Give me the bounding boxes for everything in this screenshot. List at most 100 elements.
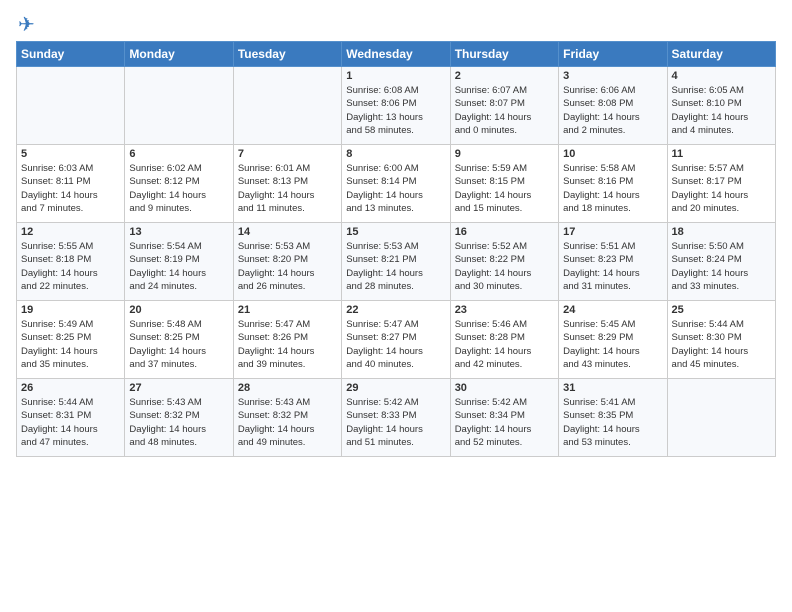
day-header-sunday: Sunday <box>17 42 125 67</box>
cell-line: Daylight: 14 hours <box>21 345 120 358</box>
cell-line: Sunset: 8:33 PM <box>346 409 445 422</box>
cell-line: and 49 minutes. <box>238 436 337 449</box>
cell-line: Daylight: 14 hours <box>346 423 445 436</box>
cell-content: Sunrise: 5:42 AMSunset: 8:33 PMDaylight:… <box>346 396 445 449</box>
cell-line: Daylight: 14 hours <box>21 267 120 280</box>
cell-line: Sunrise: 5:57 AM <box>672 162 771 175</box>
cell-line: and 37 minutes. <box>129 358 228 371</box>
cell-line: and 20 minutes. <box>672 202 771 215</box>
calendar-cell: 19Sunrise: 5:49 AMSunset: 8:25 PMDayligh… <box>17 301 125 379</box>
calendar-cell: 22 Sunrise: 5:47 AMSunset: 8:27 PMDayligh… <box>342 301 450 379</box>
cell-line: Sunset: 8:26 PM <box>238 331 337 344</box>
day-number: 15 <box>346 226 445 238</box>
cell-line: Daylight: 14 hours <box>563 189 662 202</box>
cell-line: Daylight: 14 hours <box>563 267 662 280</box>
cell-line: Daylight: 14 hours <box>346 345 445 358</box>
calendar-cell: 2Sunrise: 6:07 AMSunset: 8:07 PMDaylight… <box>450 67 558 145</box>
calendar-cell: 11 Sunrise: 5:57 AMSunset: 8:17 PMDayligh… <box>667 145 775 223</box>
cell-line: Sunrise: 5:54 AM <box>129 240 228 253</box>
calendar-cell: 1Sunrise: 6:08 AMSunset: 8:06 PMDaylight… <box>342 67 450 145</box>
cell-content: Sunrise: 6:02 AMSunset: 8:12 PMDaylight:… <box>129 162 228 215</box>
day-number: 3 <box>563 70 662 82</box>
calendar-cell: 5 Sunrise: 6:03 AMSunset: 8:11 PMDaylight… <box>17 145 125 223</box>
day-header-monday: Monday <box>125 42 233 67</box>
cell-line: and 43 minutes. <box>563 358 662 371</box>
cell-line: Sunrise: 5:51 AM <box>563 240 662 253</box>
calendar-cell: 13Sunrise: 5:54 AMSunset: 8:19 PMDayligh… <box>125 223 233 301</box>
cell-line: Sunset: 8:35 PM <box>563 409 662 422</box>
header-row: SundayMondayTuesdayWednesdayThursdayFrid… <box>17 42 776 67</box>
cell-content: Sunrise: 5:55 AMSunset: 8:18 PMDaylight:… <box>21 240 120 293</box>
day-number: 11 <box>672 148 771 160</box>
cell-line: and 51 minutes. <box>346 436 445 449</box>
day-header-tuesday: Tuesday <box>233 42 341 67</box>
cell-line: Daylight: 14 hours <box>129 189 228 202</box>
cell-line: Daylight: 14 hours <box>563 111 662 124</box>
cell-line: Daylight: 14 hours <box>346 267 445 280</box>
cell-line: Sunrise: 5:45 AM <box>563 318 662 331</box>
calendar-cell: 29 Sunrise: 5:42 AMSunset: 8:33 PMDayligh… <box>342 379 450 457</box>
calendar-cell: 10Sunrise: 5:58 AMSunset: 8:16 PMDayligh… <box>559 145 667 223</box>
day-number: 19 <box>21 304 120 316</box>
cell-line: Sunset: 8:32 PM <box>129 409 228 422</box>
cell-line: and 9 minutes. <box>129 202 228 215</box>
cell-line: and 26 minutes. <box>238 280 337 293</box>
cell-line: Sunset: 8:06 PM <box>346 97 445 110</box>
cell-line: Sunset: 8:18 PM <box>21 253 120 266</box>
cell-content: Sunrise: 5:45 AMSunset: 8:29 PMDaylight:… <box>563 318 662 371</box>
calendar-cell: 12Sunrise: 5:55 AMSunset: 8:18 PMDayligh… <box>17 223 125 301</box>
calendar-cell <box>17 67 125 145</box>
cell-line: and 42 minutes. <box>455 358 554 371</box>
day-number: 23 <box>455 304 554 316</box>
cell-line: Daylight: 14 hours <box>672 189 771 202</box>
cell-line: Sunrise: 6:05 AM <box>672 84 771 97</box>
cell-content: Sunrise: 5:53 AMSunset: 8:20 PMDaylight:… <box>238 240 337 293</box>
cell-content: Sunrise: 5:48 AMSunset: 8:25 PMDaylight:… <box>129 318 228 371</box>
cell-line: Sunset: 8:10 PM <box>672 97 771 110</box>
cell-line: Daylight: 14 hours <box>238 423 337 436</box>
cell-line: Sunrise: 5:49 AM <box>21 318 120 331</box>
cell-line: Sunset: 8:24 PM <box>672 253 771 266</box>
cell-line: and 39 minutes. <box>238 358 337 371</box>
cell-line: Daylight: 14 hours <box>455 189 554 202</box>
cell-line: Sunrise: 5:47 AM <box>346 318 445 331</box>
cell-line: Sunrise: 5:59 AM <box>455 162 554 175</box>
cell-line: Sunset: 8:11 PM <box>21 175 120 188</box>
logo-bird-icon: ✈ <box>18 12 35 37</box>
calendar-cell: 17Sunrise: 5:51 AMSunset: 8:23 PMDayligh… <box>559 223 667 301</box>
cell-line: and 4 minutes. <box>672 124 771 137</box>
day-number: 13 <box>129 226 228 238</box>
cell-line: Sunset: 8:15 PM <box>455 175 554 188</box>
cell-line: Sunrise: 5:47 AM <box>238 318 337 331</box>
cell-line: Sunrise: 5:48 AM <box>129 318 228 331</box>
day-number: 2 <box>455 70 554 82</box>
calendar-cell: 8Sunrise: 6:00 AMSunset: 8:14 PMDaylight… <box>342 145 450 223</box>
calendar-table: SundayMondayTuesdayWednesdayThursdayFrid… <box>16 41 776 457</box>
cell-line: Sunset: 8:17 PM <box>672 175 771 188</box>
cell-line: Sunset: 8:28 PM <box>455 331 554 344</box>
cell-line: Sunrise: 5:41 AM <box>563 396 662 409</box>
cell-content: Sunrise: 5:47 AMSunset: 8:27 PMDaylight:… <box>346 318 445 371</box>
day-number: 20 <box>129 304 228 316</box>
day-number: 22 <box>346 304 445 316</box>
calendar-cell: 15Sunrise: 5:53 AMSunset: 8:21 PMDayligh… <box>342 223 450 301</box>
cell-line: Daylight: 14 hours <box>238 345 337 358</box>
calendar-cell: 7Sunrise: 6:01 AMSunset: 8:13 PMDaylight… <box>233 145 341 223</box>
day-number: 5 <box>21 148 120 160</box>
cell-line: Sunset: 8:29 PM <box>563 331 662 344</box>
cell-content: Sunrise: 6:08 AMSunset: 8:06 PMDaylight:… <box>346 84 445 137</box>
cell-line: Daylight: 14 hours <box>563 423 662 436</box>
cell-line: Sunset: 8:32 PM <box>238 409 337 422</box>
cell-content: Sunrise: 5:52 AMSunset: 8:22 PMDaylight:… <box>455 240 554 293</box>
cell-line: Sunrise: 6:00 AM <box>346 162 445 175</box>
cell-line: Sunrise: 6:01 AM <box>238 162 337 175</box>
calendar-cell: 27Sunrise: 5:43 AMSunset: 8:32 PMDayligh… <box>125 379 233 457</box>
calendar-cell: 25Sunrise: 5:44 AMSunset: 8:30 PMDayligh… <box>667 301 775 379</box>
cell-line: Daylight: 14 hours <box>129 345 228 358</box>
cell-line: Daylight: 14 hours <box>21 189 120 202</box>
day-number: 21 <box>238 304 337 316</box>
cell-content: Sunrise: 6:03 AMSunset: 8:11 PMDaylight:… <box>21 162 120 215</box>
cell-line: and 28 minutes. <box>346 280 445 293</box>
week-row-2: 5 Sunrise: 6:03 AMSunset: 8:11 PMDaylight… <box>17 145 776 223</box>
day-number: 29 <box>346 382 445 394</box>
